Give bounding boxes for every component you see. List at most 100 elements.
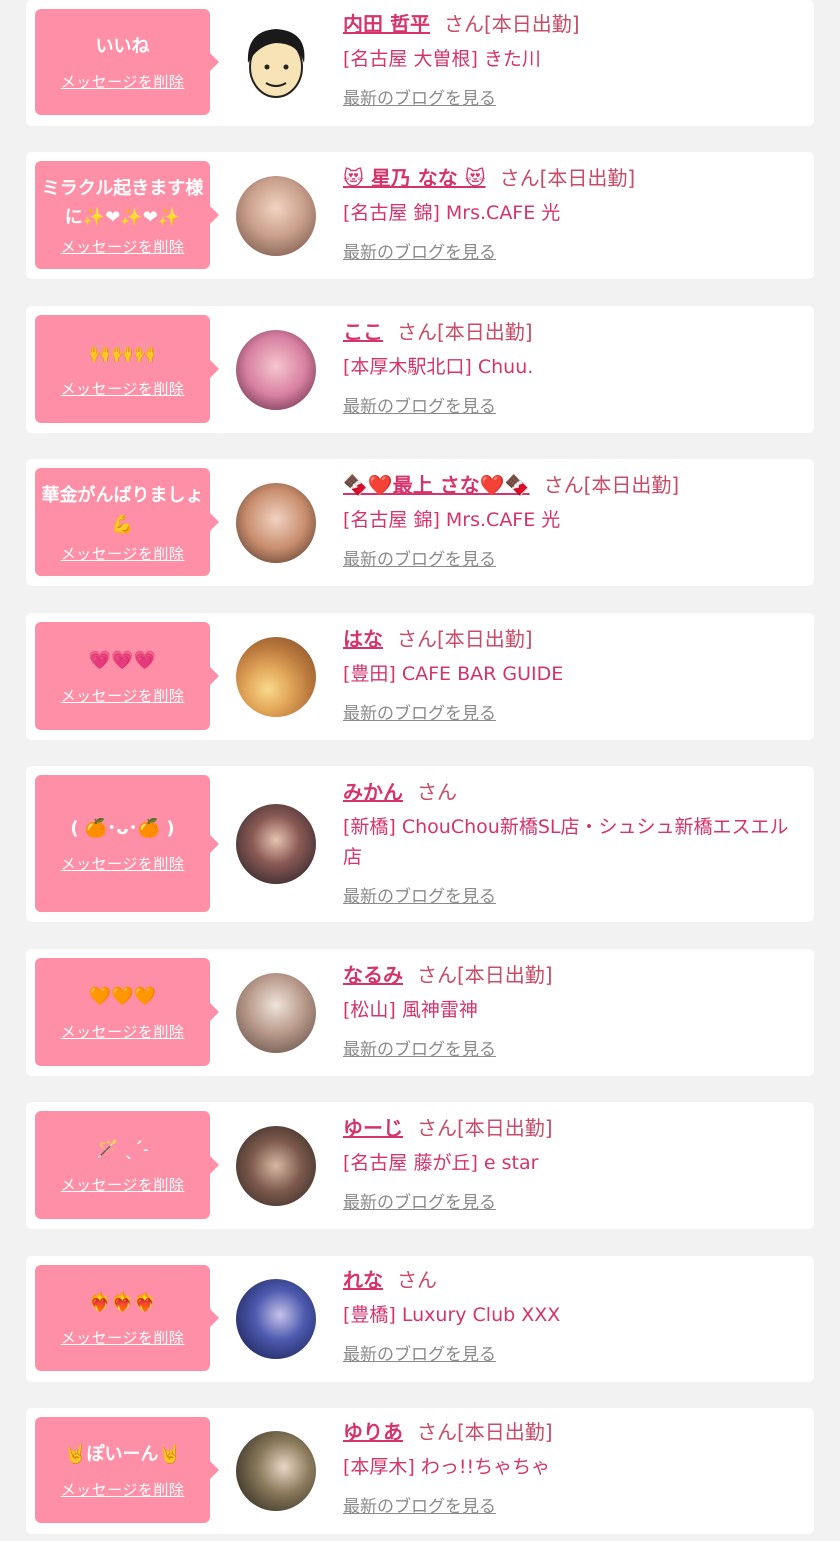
work-status: [本日出勤] (457, 963, 553, 987)
message-list: いいね メッセージを削除 内田 哲平 さん[本日出勤] [名古屋 大曽根] きた川… (0, 0, 840, 1541)
delete-message-link[interactable]: メッセージを削除 (61, 853, 185, 874)
latest-blog-link[interactable]: 最新のブログを見る (343, 238, 496, 263)
message-bubble: ミラクル起きます様に✨❤✨❤✨ メッセージを削除 (35, 161, 219, 269)
work-status: [本日出勤] (583, 473, 680, 497)
message-bubble: 🙌🙌🙌 メッセージを削除 (35, 315, 219, 423)
shop-name: [豊橋] Luxury Club XXX (343, 1304, 561, 1326)
avatar[interactable] (236, 804, 316, 884)
member-name-link[interactable]: 🍫❤️最上 さな❤️🍫 (343, 473, 530, 497)
shop-name: [名古屋 大曽根] きた川 (343, 48, 541, 70)
delete-message-link[interactable]: メッセージを削除 (61, 1327, 185, 1348)
message-card: 🙌🙌🙌 メッセージを削除 ここ さん[本日出勤] [本厚木駅北口] Chuu. 最… (26, 306, 814, 433)
member-name-link[interactable]: 内田 哲平 (343, 12, 430, 36)
message-text: いいね (95, 36, 150, 57)
honorific: さん (397, 1268, 437, 1292)
message-card: 🧡🧡🧡 メッセージを削除 なるみ さん[本日出勤] [松山] 風神雷神 最新のブロ… (26, 949, 814, 1076)
member-name-link[interactable]: なるみ (343, 963, 403, 987)
member-name-link[interactable]: ゆりあ (343, 1420, 403, 1444)
member-info: ゆりあ さん[本日出勤] [本厚木] わっ!!ちゃちゃ 最新のブログを見る (343, 1419, 802, 1517)
shop-name: [松山] 風神雷神 (343, 999, 478, 1021)
delete-message-link[interactable]: メッセージを削除 (61, 543, 185, 564)
shop-name: [新橋] ChouChou新橋SL店・シュシュ新橋エスエル店 (343, 816, 789, 868)
member-name-link[interactable]: はな (343, 627, 383, 651)
honorific: さん (499, 166, 540, 190)
honorific: さん (543, 473, 584, 497)
message-text: ミラクル起きます様に✨❤✨❤✨ (41, 177, 204, 228)
member-name-link[interactable]: 😻 星乃 なな 😻 (343, 166, 486, 190)
avatar[interactable] (236, 483, 316, 563)
message-text: 華金がんばりましょ💪 (41, 484, 204, 535)
message-card: ❤️‍🔥❤️‍🔥❤️‍🔥 メッセージを削除 れな さん [豊橋] Luxury C… (26, 1256, 814, 1382)
avatar[interactable] (236, 1126, 316, 1206)
honorific: さん (417, 1116, 457, 1140)
member-name-link[interactable]: みかん (343, 780, 403, 804)
work-status: [本日出勤] (483, 12, 580, 36)
message-card: いいね メッセージを削除 内田 哲平 さん[本日出勤] [名古屋 大曽根] きた川… (26, 0, 814, 126)
message-text: 🤘ぽいーん🤘 (64, 1444, 181, 1465)
message-card: 🪄 ˎˊ˗ メッセージを削除 ゆーじ さん[本日出勤] [名古屋 藤が丘] e s… (26, 1102, 814, 1229)
member-name-link[interactable]: ここ (343, 320, 383, 344)
delete-message-link[interactable]: メッセージを削除 (61, 71, 185, 92)
work-status: [本日出勤] (457, 1420, 553, 1444)
message-text: ❤️‍🔥❤️‍🔥❤️‍🔥 (88, 1292, 157, 1313)
message-text: 💗💗💗 (88, 650, 157, 671)
honorific: さん (397, 320, 437, 344)
latest-blog-link[interactable]: 最新のブログを見る (343, 392, 496, 417)
message-bubble: 🤘ぽいーん🤘 メッセージを削除 (35, 1417, 219, 1523)
member-info: みかん さん [新橋] ChouChou新橋SL店・シュシュ新橋エスエル店 最新の… (343, 779, 802, 907)
work-status: [本日出勤] (437, 627, 533, 651)
shop-name: [名古屋 藤が丘] e star (343, 1152, 539, 1174)
avatar[interactable] (236, 1431, 316, 1511)
shop-name: [名古屋 錦] Mrs.CAFE 光 (343, 509, 561, 531)
message-bubble: 💗💗💗 メッセージを削除 (35, 622, 219, 730)
message-bubble: ❤️‍🔥❤️‍🔥❤️‍🔥 メッセージを削除 (35, 1265, 219, 1371)
avatar[interactable] (236, 637, 316, 717)
latest-blog-link[interactable]: 最新のブログを見る (343, 882, 496, 907)
honorific: さん (443, 12, 484, 36)
avatar[interactable] (236, 1279, 316, 1359)
cartoon-avatar-icon (247, 29, 305, 98)
member-info: 内田 哲平 さん[本日出勤] [名古屋 大曽根] きた川 最新のブログを見る (343, 11, 802, 109)
latest-blog-link[interactable]: 最新のブログを見る (343, 1035, 496, 1060)
delete-message-link[interactable]: メッセージを削除 (61, 378, 185, 399)
member-name-link[interactable]: れな (343, 1268, 383, 1292)
shop-name: [本厚木] わっ!!ちゃちゃ (343, 1456, 551, 1478)
message-card: ( 🍊･ᴗ･🍊 ) メッセージを削除 みかん さん [新橋] ChouChou新橋… (26, 766, 814, 922)
avatar[interactable] (236, 973, 316, 1053)
latest-blog-link[interactable]: 最新のブログを見る (343, 84, 496, 109)
member-info: はな さん[本日出勤] [豊田] CAFE BAR GUIDE 最新のブログを見る (343, 626, 802, 724)
member-info: なるみ さん[本日出勤] [松山] 風神雷神 最新のブログを見る (343, 962, 802, 1060)
latest-blog-link[interactable]: 最新のブログを見る (343, 1340, 496, 1365)
delete-message-link[interactable]: メッセージを削除 (61, 236, 185, 257)
avatar[interactable] (236, 176, 316, 256)
message-text: 🧡🧡🧡 (88, 986, 157, 1007)
member-info: ゆーじ さん[本日出勤] [名古屋 藤が丘] e star 最新のブログを見る (343, 1115, 802, 1213)
latest-blog-link[interactable]: 最新のブログを見る (343, 545, 496, 570)
honorific: さん (417, 780, 457, 804)
latest-blog-link[interactable]: 最新のブログを見る (343, 1492, 496, 1517)
member-name-link[interactable]: ゆーじ (343, 1116, 403, 1140)
latest-blog-link[interactable]: 最新のブログを見る (343, 699, 496, 724)
message-card: 🤘ぽいーん🤘 メッセージを削除 ゆりあ さん[本日出勤] [本厚木] わっ!!ちゃ… (26, 1408, 814, 1534)
honorific: さん (417, 963, 457, 987)
honorific: さん (397, 627, 437, 651)
message-bubble: 🧡🧡🧡 メッセージを削除 (35, 958, 219, 1066)
latest-blog-link[interactable]: 最新のブログを見る (343, 1188, 496, 1213)
work-status: [本日出勤] (437, 320, 533, 344)
avatar[interactable] (236, 23, 316, 103)
message-bubble: 🪄 ˎˊ˗ メッセージを削除 (35, 1111, 219, 1219)
delete-message-link[interactable]: メッセージを削除 (61, 1479, 185, 1500)
delete-message-link[interactable]: メッセージを削除 (61, 685, 185, 706)
work-status: [本日出勤] (457, 1116, 553, 1140)
message-card: 華金がんばりましょ💪 メッセージを削除 🍫❤️最上 さな❤️🍫 さん[本日出勤] … (26, 459, 814, 586)
message-card: 💗💗💗 メッセージを削除 はな さん[本日出勤] [豊田] CAFE BAR GU… (26, 613, 814, 740)
message-text: 🙌🙌🙌 (88, 343, 157, 364)
message-text: ( 🍊･ᴗ･🍊 ) (70, 817, 175, 839)
delete-message-link[interactable]: メッセージを削除 (61, 1021, 185, 1042)
member-info: ここ さん[本日出勤] [本厚木駅北口] Chuu. 最新のブログを見る (343, 319, 802, 417)
message-text: 🪄 ˎˊ˗ (96, 1139, 149, 1160)
message-bubble: いいね メッセージを削除 (35, 9, 219, 115)
avatar[interactable] (236, 330, 316, 410)
message-bubble: 華金がんばりましょ💪 メッセージを削除 (35, 468, 219, 576)
delete-message-link[interactable]: メッセージを削除 (61, 1174, 185, 1195)
